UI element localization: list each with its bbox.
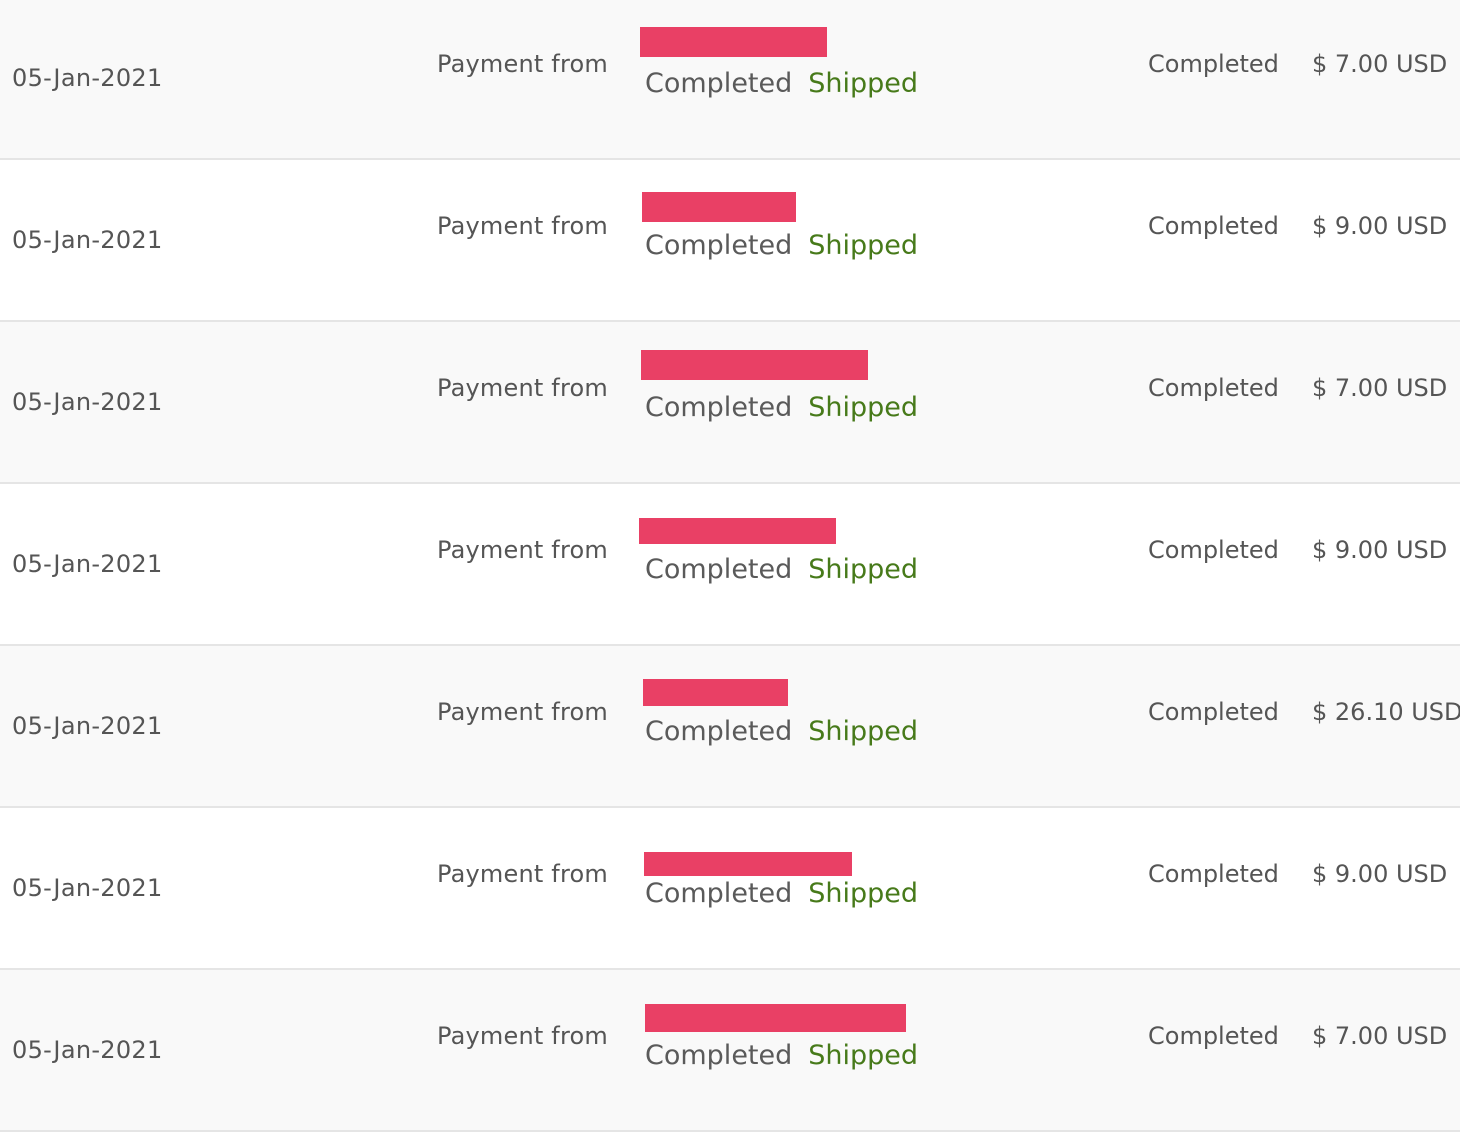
shipping-status: Shipped bbox=[808, 1040, 919, 1071]
sub-status-line: Completed Shipped bbox=[645, 230, 918, 261]
shipping-status: Shipped bbox=[808, 716, 919, 747]
transaction-date: 05-Jan-2021 bbox=[12, 388, 163, 416]
redacted-payer-name-link[interactable] bbox=[641, 350, 868, 380]
payment-status: Completed bbox=[645, 392, 793, 423]
payment-status: Completed bbox=[645, 716, 793, 747]
sub-status-line: Completed Shipped bbox=[645, 1040, 918, 1071]
transaction-status: Completed bbox=[1148, 1022, 1279, 1050]
transaction-amount: $ 7.00 USD bbox=[1312, 50, 1448, 78]
transaction-type: Payment from bbox=[437, 860, 608, 888]
transaction-date: 05-Jan-2021 bbox=[12, 712, 163, 740]
transaction-row[interactable]: 05-Jan-2021 Payment from Completed Shippe… bbox=[0, 808, 1460, 970]
transaction-details: Completed Shipped bbox=[640, 998, 940, 1071]
transaction-status: Completed bbox=[1148, 212, 1279, 240]
shipping-status: Shipped bbox=[808, 392, 919, 423]
transaction-row[interactable]: 05-Jan-2021 Payment from Completed Shippe… bbox=[0, 160, 1460, 322]
transaction-row[interactable]: 05-Jan-2021 Payment from Completed Shippe… bbox=[0, 970, 1460, 1132]
sub-status-line: Completed Shipped bbox=[645, 392, 918, 423]
sub-status-line: Completed Shipped bbox=[645, 554, 918, 585]
transaction-details: Completed Shipped bbox=[640, 26, 940, 99]
shipping-status: Shipped bbox=[808, 878, 919, 909]
transaction-status: Completed bbox=[1148, 698, 1279, 726]
redacted-payer-name-link[interactable] bbox=[639, 518, 836, 544]
transaction-status: Completed bbox=[1148, 50, 1279, 78]
transaction-details: Completed Shipped bbox=[640, 350, 940, 423]
transaction-type: Payment from bbox=[437, 374, 608, 402]
transaction-amount: $ 7.00 USD bbox=[1312, 374, 1448, 402]
shipping-status: Shipped bbox=[808, 68, 919, 99]
transaction-status: Completed bbox=[1148, 860, 1279, 888]
sub-status-line: Completed Shipped bbox=[645, 68, 918, 99]
transaction-date: 05-Jan-2021 bbox=[12, 550, 163, 578]
transaction-amount: $ 26.10 USD bbox=[1312, 698, 1460, 726]
transaction-row[interactable]: 05-Jan-2021 Payment from Completed Shippe… bbox=[0, 0, 1460, 160]
redacted-payer-name-link[interactable] bbox=[644, 852, 852, 876]
transaction-type: Payment from bbox=[437, 698, 608, 726]
transaction-amount: $ 9.00 USD bbox=[1312, 212, 1448, 240]
redacted-payer-name-link[interactable] bbox=[642, 192, 796, 222]
transaction-details: Completed Shipped bbox=[640, 188, 940, 261]
transaction-row[interactable]: 05-Jan-2021 Payment from Completed Shippe… bbox=[0, 484, 1460, 646]
sub-status-line: Completed Shipped bbox=[645, 716, 918, 747]
transaction-type: Payment from bbox=[437, 212, 608, 240]
transaction-details: Completed Shipped bbox=[640, 836, 940, 909]
transaction-date: 05-Jan-2021 bbox=[12, 1036, 163, 1064]
transaction-amount: $ 9.00 USD bbox=[1312, 536, 1448, 564]
transaction-type: Payment from bbox=[437, 50, 608, 78]
payment-status: Completed bbox=[645, 878, 793, 909]
transaction-details: Completed Shipped bbox=[640, 674, 940, 747]
transaction-list: 05-Jan-2021 Payment from Completed Shippe… bbox=[0, 0, 1460, 1132]
transaction-status: Completed bbox=[1148, 374, 1279, 402]
transaction-type: Payment from bbox=[437, 536, 608, 564]
transaction-row[interactable]: 05-Jan-2021 Payment from Completed Shippe… bbox=[0, 322, 1460, 484]
transaction-date: 05-Jan-2021 bbox=[12, 226, 163, 254]
payment-status: Completed bbox=[645, 1040, 793, 1071]
transaction-type: Payment from bbox=[437, 1022, 608, 1050]
redacted-payer-name-link[interactable] bbox=[645, 1004, 906, 1032]
redacted-payer-name-link[interactable] bbox=[640, 27, 827, 57]
payment-status: Completed bbox=[645, 230, 793, 261]
transaction-row[interactable]: 05-Jan-2021 Payment from Completed Shippe… bbox=[0, 646, 1460, 808]
shipping-status: Shipped bbox=[808, 230, 919, 261]
transaction-date: 05-Jan-2021 bbox=[12, 64, 163, 92]
payment-status: Completed bbox=[645, 554, 793, 585]
redacted-payer-name-link[interactable] bbox=[643, 679, 788, 706]
sub-status-line: Completed Shipped bbox=[645, 878, 918, 909]
transaction-amount: $ 7.00 USD bbox=[1312, 1022, 1448, 1050]
payment-status: Completed bbox=[645, 68, 793, 99]
transaction-amount: $ 9.00 USD bbox=[1312, 860, 1448, 888]
shipping-status: Shipped bbox=[808, 554, 919, 585]
transaction-details: Completed Shipped bbox=[639, 512, 940, 585]
transaction-status: Completed bbox=[1148, 536, 1279, 564]
transaction-date: 05-Jan-2021 bbox=[12, 874, 163, 902]
